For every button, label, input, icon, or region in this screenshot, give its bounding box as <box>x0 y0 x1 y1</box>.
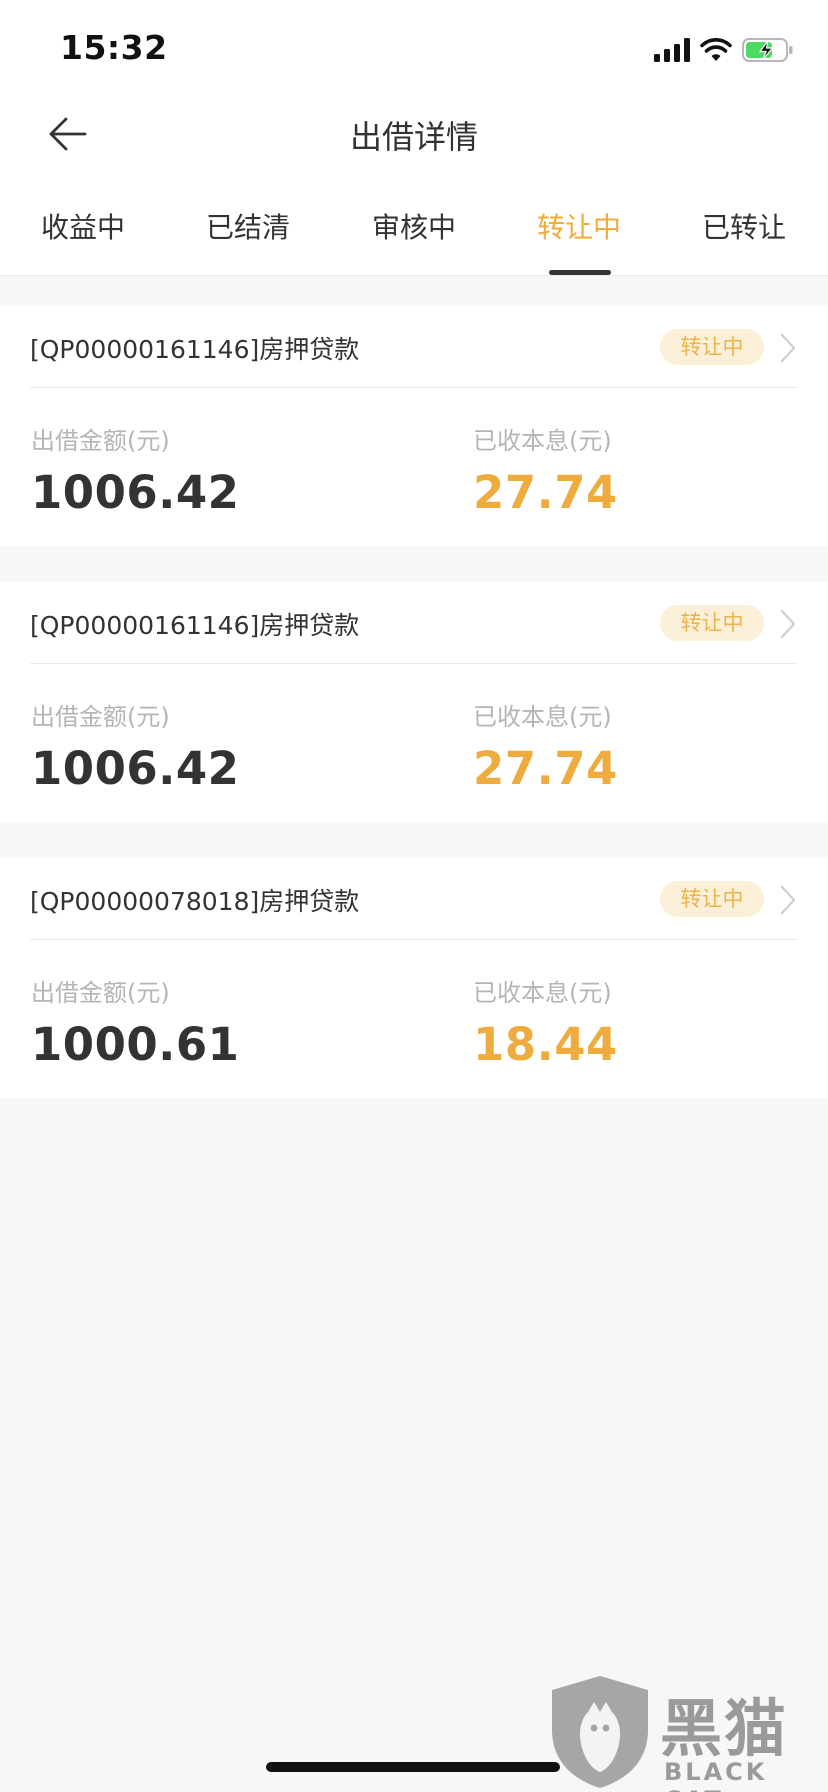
chevron-right-icon <box>780 333 796 363</box>
chevron-right-icon <box>780 885 796 915</box>
amount-value: 1006.42 <box>31 466 240 519</box>
chevron-right-icon <box>780 609 796 639</box>
loan-title: [QP00000078018]房押贷款 <box>30 887 360 916</box>
home-indicator <box>266 1762 560 1772</box>
income-value: 27.74 <box>473 466 618 519</box>
watermark: 黑猫 BLACK CAT <box>548 1674 828 1792</box>
header-area: 15:32 出借详情 收益中 已结清 审核中 转让中 已转让 <box>0 0 828 276</box>
amount-value: 1006.42 <box>31 742 240 795</box>
watermark-brand-en: BLACK CAT <box>664 1758 768 1792</box>
watermark-brand-cn: 黑猫 <box>660 1692 789 1765</box>
loan-card[interactable]: [QP00000078018]房押贷款 转让中 出借金额(元) 已收本息(元) … <box>0 858 828 1098</box>
status-time: 15:32 <box>60 28 168 67</box>
active-tab-indicator <box>549 270 611 275</box>
tab-transferring[interactable]: 转让中 <box>537 206 621 246</box>
tab-transferred[interactable]: 已转让 <box>702 206 786 246</box>
tab-reviewing[interactable]: 审核中 <box>372 206 456 246</box>
cat-shield-logo-icon <box>552 1676 648 1788</box>
income-value: 18.44 <box>473 1018 618 1071</box>
status-badge: 转让中 <box>660 329 764 365</box>
income-value: 27.74 <box>473 742 618 795</box>
status-icons <box>654 36 794 64</box>
card-header: [QP00000161146]房押贷款 转让中 <box>30 306 798 388</box>
signal-icon <box>654 38 690 62</box>
amount-label: 出借金额(元) <box>31 703 170 731</box>
status-badge: 转让中 <box>660 605 764 641</box>
income-label: 已收本息(元) <box>473 427 612 455</box>
income-label: 已收本息(元) <box>473 703 612 731</box>
loan-card[interactable]: [QP00000161146]房押贷款 转让中 出借金额(元) 已收本息(元) … <box>0 582 828 822</box>
amount-label: 出借金额(元) <box>31 979 170 1007</box>
loan-title: [QP00000161146]房押贷款 <box>30 335 360 364</box>
tab-settled[interactable]: 已结清 <box>206 206 290 246</box>
amount-label: 出借金额(元) <box>31 427 170 455</box>
status-bar: 15:32 <box>0 0 828 96</box>
income-label: 已收本息(元) <box>473 979 612 1007</box>
wifi-icon <box>700 38 732 61</box>
amount-value: 1000.61 <box>31 1018 240 1071</box>
page-title: 出借详情 <box>349 118 478 156</box>
battery-charging-icon <box>742 38 793 62</box>
navigation-bar: 出借详情 <box>0 96 828 172</box>
tab-earning[interactable]: 收益中 <box>41 206 125 246</box>
card-header: [QP00000161146]房押贷款 转让中 <box>30 582 798 664</box>
loan-card[interactable]: [QP00000161146]房押贷款 转让中 出借金额(元) 已收本息(元) … <box>0 306 828 546</box>
loan-title: [QP00000161146]房押贷款 <box>30 611 360 640</box>
card-header: [QP00000078018]房押贷款 转让中 <box>30 858 798 940</box>
status-tabs: 收益中 已结清 审核中 转让中 已转让 <box>0 172 828 276</box>
status-badge: 转让中 <box>660 881 764 917</box>
